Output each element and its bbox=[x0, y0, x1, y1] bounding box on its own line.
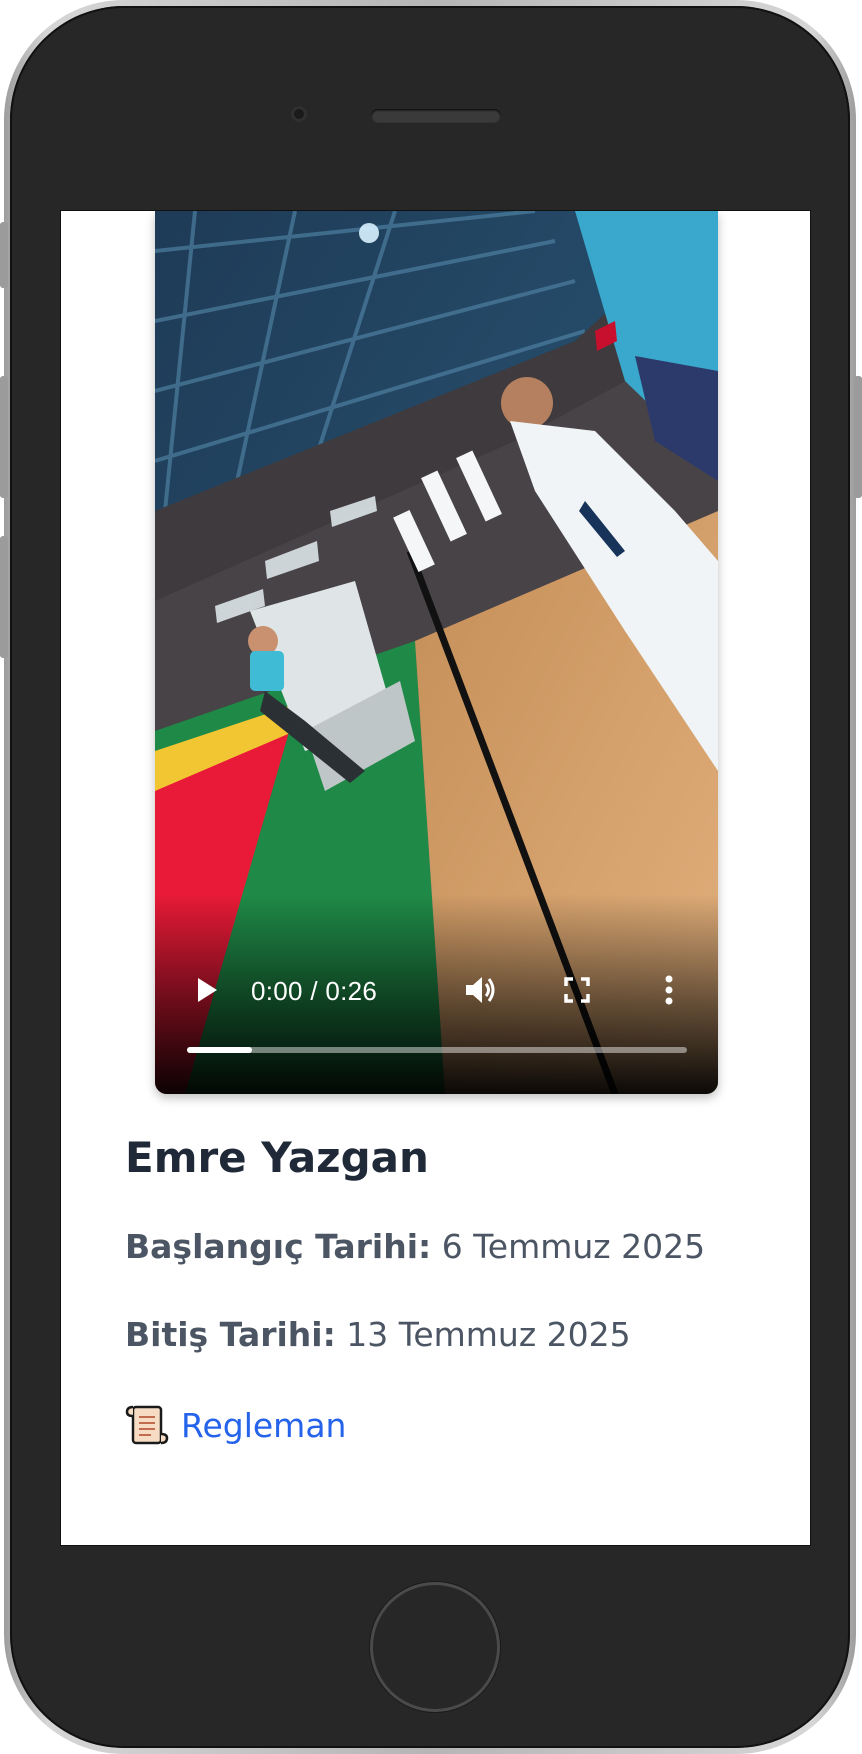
play-button[interactable] bbox=[183, 966, 231, 1014]
video-controls: 0:00 / 0:26 bbox=[155, 966, 718, 1026]
play-icon bbox=[198, 978, 217, 1002]
video-progress-bar[interactable] bbox=[187, 1047, 687, 1053]
volume-button[interactable] bbox=[457, 966, 505, 1014]
phone-screen: 0:00 / 0:26 Emre Yazgan Başlangıç Tarihi… bbox=[60, 210, 811, 1546]
phone-body: 0:00 / 0:26 Emre Yazgan Başlangıç Tarihi… bbox=[10, 6, 850, 1748]
time-display: 0:00 / 0:26 bbox=[251, 976, 378, 1006]
athlete-name: Emre Yazgan bbox=[125, 1133, 429, 1182]
regulation-link-label: Regleman bbox=[181, 1405, 347, 1445]
volume-icon bbox=[466, 977, 495, 1003]
mute-switch[interactable] bbox=[0, 222, 8, 288]
volume-up-button[interactable] bbox=[0, 376, 8, 498]
more-options-icon bbox=[665, 975, 673, 1005]
start-date-value: 6 Temmuz 2025 bbox=[441, 1227, 706, 1266]
fullscreen-icon bbox=[564, 977, 590, 1003]
front-camera bbox=[291, 106, 307, 122]
fullscreen-button[interactable] bbox=[553, 966, 601, 1014]
end-date-row: Bitiş Tarihi: 13 Temmuz 2025 bbox=[125, 1313, 765, 1357]
end-date-label: Bitiş Tarihi: bbox=[125, 1315, 336, 1354]
event-details: Emre Yazgan Başlangıç Tarihi: 6 Temmuz 2… bbox=[125, 1131, 765, 1449]
home-button[interactable] bbox=[370, 1582, 500, 1712]
video-player[interactable]: 0:00 / 0:26 bbox=[155, 211, 718, 1094]
more-options-button[interactable] bbox=[651, 966, 687, 1014]
video-progress-fill bbox=[187, 1047, 252, 1053]
regulation-link[interactable]: Regleman bbox=[125, 1401, 765, 1449]
start-date-row: Başlangıç Tarihi: 6 Temmuz 2025 bbox=[125, 1225, 765, 1269]
earpiece-speaker bbox=[371, 109, 501, 123]
end-date-value: 13 Temmuz 2025 bbox=[346, 1315, 631, 1354]
scroll-icon bbox=[125, 1405, 169, 1445]
volume-down-button[interactable] bbox=[0, 536, 8, 658]
phone-frame: 0:00 / 0:26 Emre Yazgan Başlangıç Tarihi… bbox=[4, 0, 856, 1754]
power-button[interactable] bbox=[854, 376, 862, 498]
start-date-label: Başlangıç Tarihi: bbox=[125, 1227, 432, 1266]
